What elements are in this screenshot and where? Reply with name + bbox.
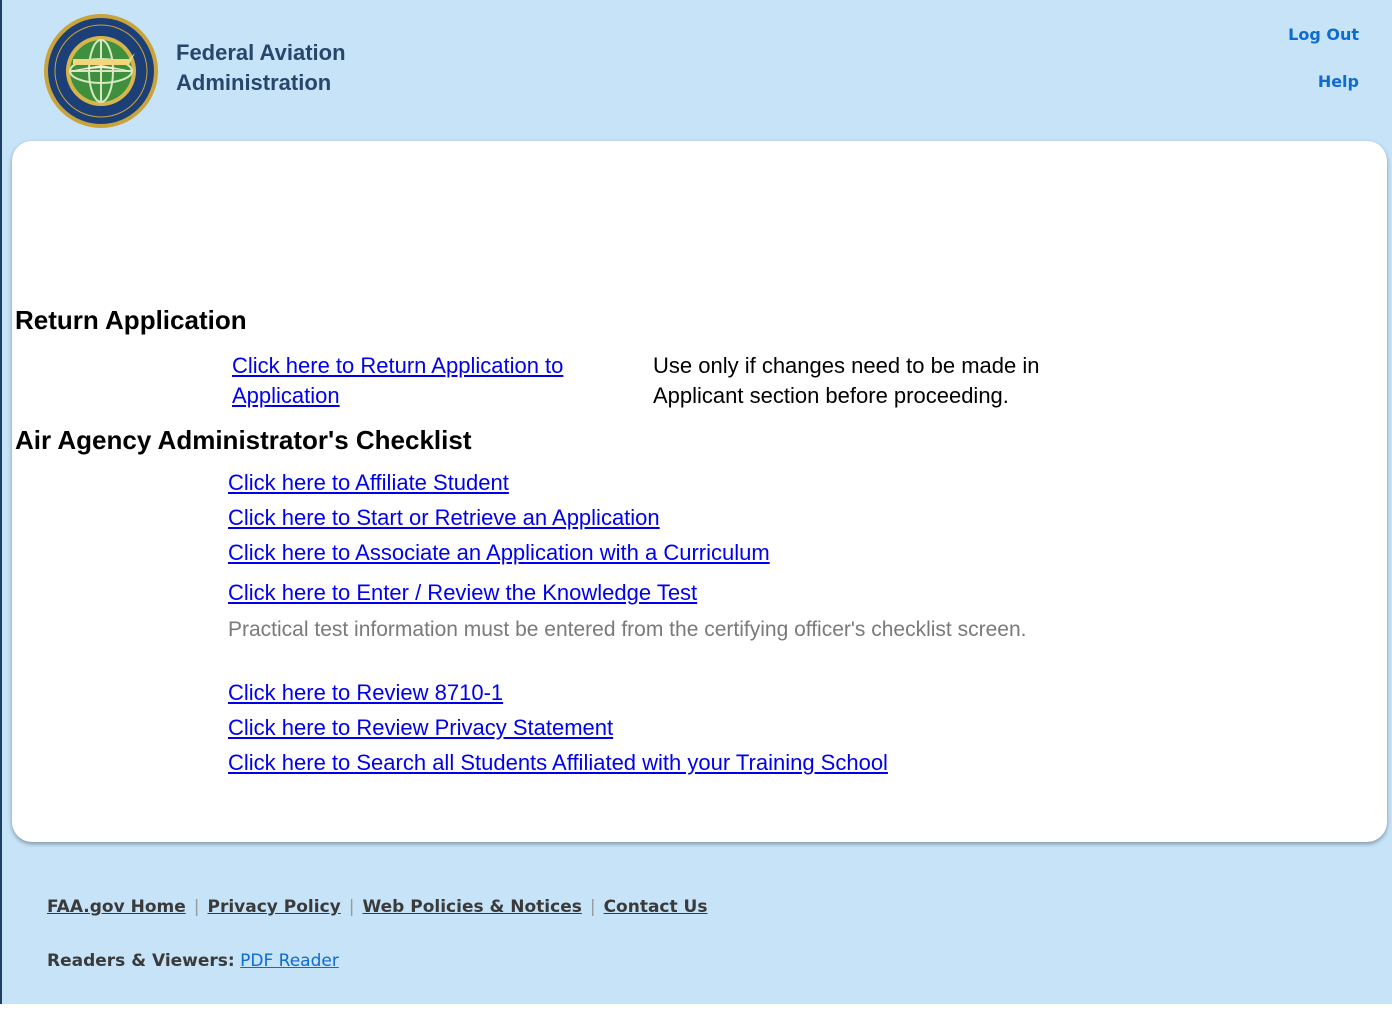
return-application-link[interactable]: Click here to Return Application to Appl… <box>232 351 632 411</box>
logout-link[interactable]: Log Out <box>1288 25 1359 44</box>
footer-separator: | <box>193 897 200 917</box>
return-application-title: Return Application <box>15 305 247 335</box>
privacy-policy-link[interactable]: Privacy Policy <box>207 897 340 917</box>
return-application-note: Use only if changes need to be made in A… <box>653 353 1040 408</box>
faa-home-link[interactable]: FAA.gov Home <box>47 897 186 917</box>
checklist-title: Air Agency Administrator's Checklist <box>15 425 472 455</box>
agency-name-line2: Administration <box>176 70 332 95</box>
agency-name: Federal Aviation Administration <box>176 38 346 98</box>
page-frame: Federal Aviation Administration Log Out … <box>0 0 1392 1004</box>
start-retrieve-application-link[interactable]: Click here to Start or Retrieve an Appli… <box>228 503 660 533</box>
readers-viewers: Readers & Viewers: PDF Reader <box>47 951 339 971</box>
associate-curriculum-link[interactable]: Click here to Associate an Application w… <box>228 538 770 568</box>
affiliate-student-link[interactable]: Click here to Affiliate Student <box>228 468 509 498</box>
review-privacy-statement-link[interactable]: Click here to Review Privacy Statement <box>228 713 613 743</box>
practical-test-note: Practical test information must be enter… <box>228 618 1027 641</box>
agency-name-line1: Federal Aviation <box>176 40 346 65</box>
page: Federal Aviation Administration Log Out … <box>0 0 1392 1036</box>
pdf-reader-link[interactable]: PDF Reader <box>240 951 339 971</box>
web-policies-link[interactable]: Web Policies & Notices <box>362 897 581 917</box>
search-students-link[interactable]: Click here to Search all Students Affili… <box>228 748 888 778</box>
main-content-card: Return Application Click here to Return … <box>12 141 1387 842</box>
contact-us-link[interactable]: Contact Us <box>604 897 708 917</box>
footer-separator: | <box>589 897 596 917</box>
footer-links: FAA.gov Home | Privacy Policy | Web Policies… <box>47 897 707 917</box>
faa-seal-icon <box>44 14 158 128</box>
readers-label: Readers & Viewers: <box>47 951 235 971</box>
footer-separator: | <box>348 897 355 917</box>
help-link[interactable]: Help <box>1318 72 1359 91</box>
review-8710-link[interactable]: Click here to Review 8710-1 <box>228 678 503 708</box>
knowledge-test-link[interactable]: Click here to Enter / Review the Knowled… <box>228 578 697 608</box>
